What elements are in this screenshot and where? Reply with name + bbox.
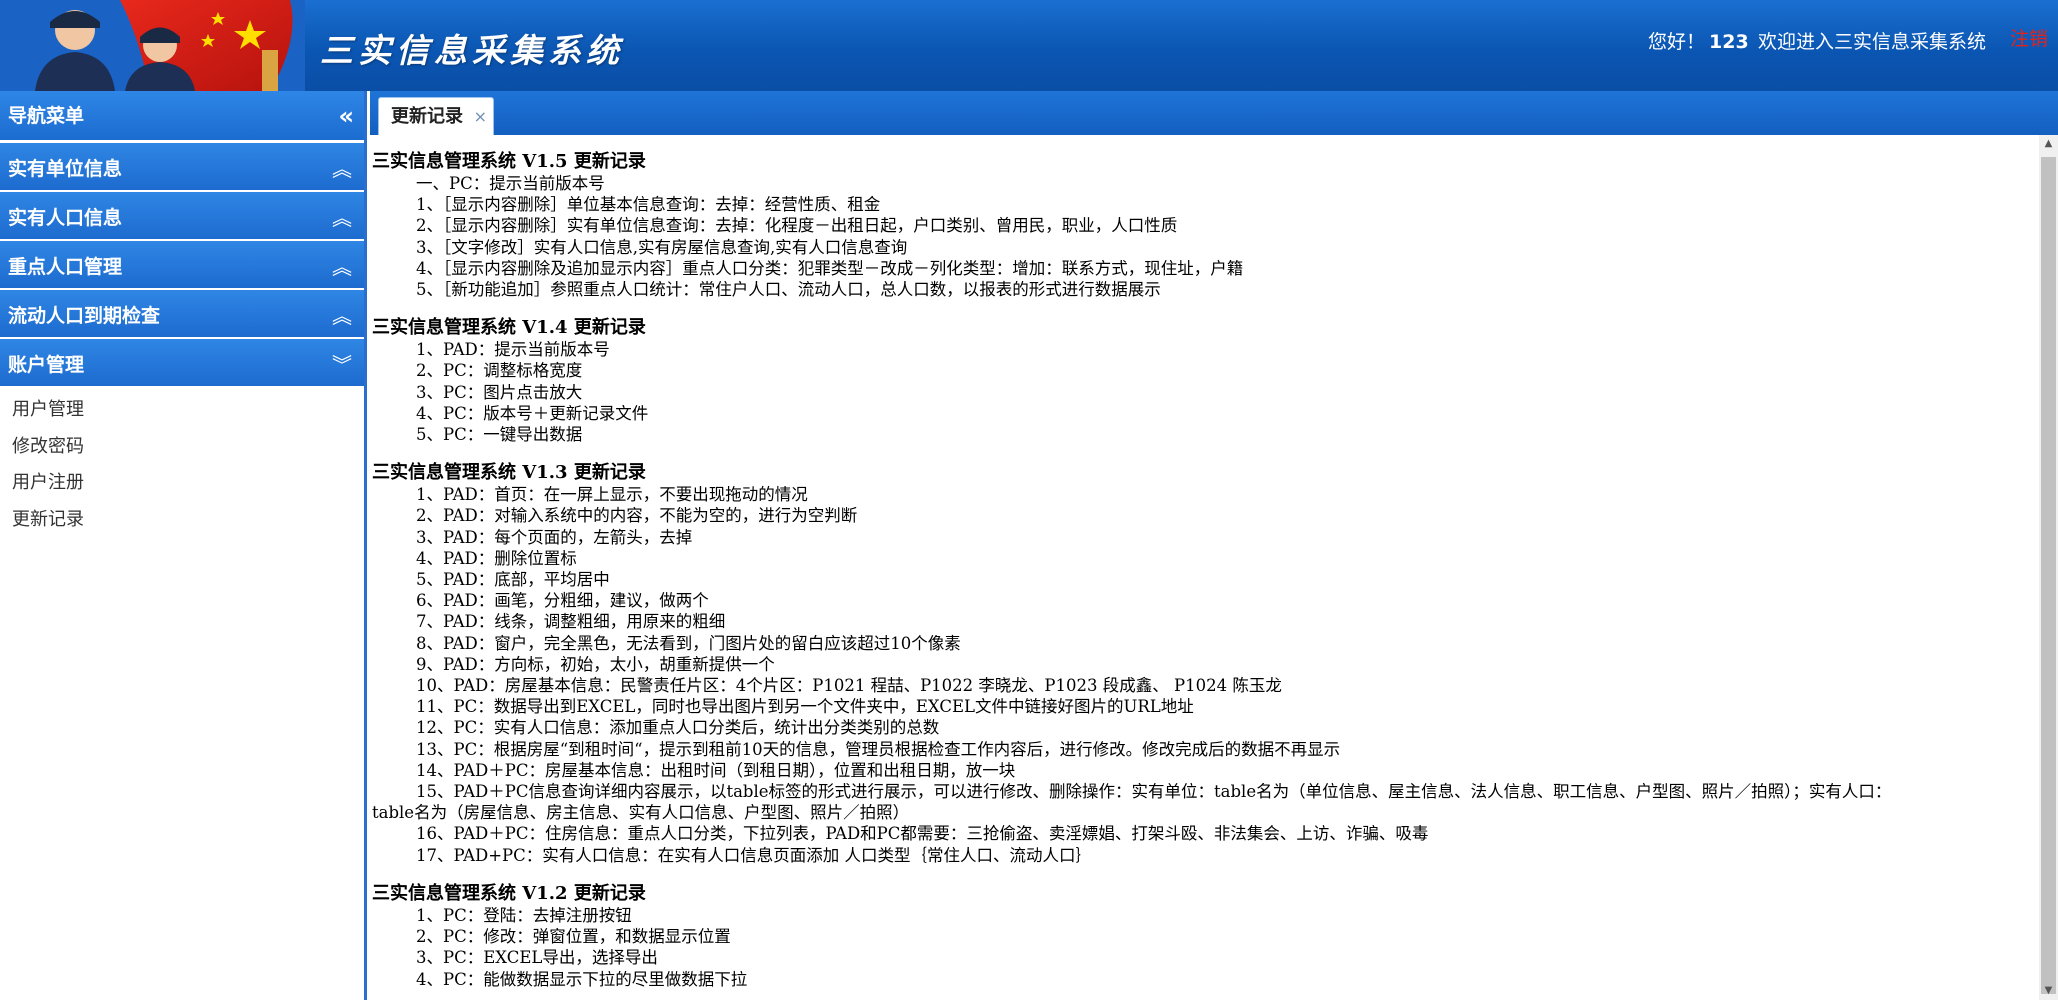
tab-label: 更新记录 — [391, 106, 463, 127]
double-chevron-left-icon[interactable]: « — [338, 91, 354, 141]
nav-menu-title: 导航菜单 — [8, 105, 85, 127]
update-line: 3、［文字修改］实有人口信息,实有房屋信息查询,实有人口信息查询 — [416, 237, 908, 257]
double-chevron-down-icon: ︾ — [332, 353, 352, 377]
sidebar-item-update-log[interactable]: 更新记录 — [0, 502, 364, 539]
sidebar-item-user-register[interactable]: 用户注册 — [0, 465, 364, 502]
update-line: 2、PC：调整标格宽度 — [416, 361, 583, 381]
update-block: 三实信息管理系统 V1.2 更新记录 1、PC：登陆：去掉注册按钮 2、PC：修改：… — [372, 883, 2039, 990]
logout-link[interactable]: 注销 — [2010, 24, 2048, 51]
sidebar-section-floating-expiry[interactable]: 流动人口到期检查 ︽ — [0, 288, 364, 337]
update-line: 9、PAD：方向标，初始，太小，胡重新提供一个 — [416, 654, 775, 674]
update-line: 5、［新功能追加］参照重点人口统计：常住户人口、流动人口，总人口数，以报表的形式… — [416, 280, 1161, 300]
update-line: 4、［显示内容删除及追加显示内容］重点人口分类：犯罪类型－改成－列化类型：增加：… — [416, 258, 1244, 278]
sidebar-section-account[interactable]: 账户管理 ︾ — [0, 337, 364, 386]
update-line: 7、PAD：线条，调整粗细，用原来的粗细 — [416, 612, 726, 632]
update-line: 1、［显示内容删除］单位基本信息查询：去掉：经营性质、租金 — [416, 195, 881, 215]
update-line: 8、PAD：窗户，完全黑色，无法看到，门图片处的留白应该超过10个像素 — [416, 633, 961, 653]
update-line: 3、PC：图片点击放大 — [416, 382, 583, 402]
sidebar-item-user-management[interactable]: 用户管理 — [0, 392, 364, 429]
scroll-up-arrow-icon[interactable]: ▲ — [2039, 135, 2058, 153]
update-block: 三实信息管理系统 V1.3 更新记录 1、PAD：首页：在一屏上显示，不要出现拖动… — [372, 462, 2039, 866]
update-line: 12、PC：实有人口信息：添加重点人口分类后，统计出分类类别的总数 — [416, 718, 940, 738]
update-line: 10、PAD：房屋基本信息：民警责任片区：4个片区：P1021 程喆、P1022… — [416, 676, 1282, 696]
sidebar-section-label: 重点人口管理 — [8, 256, 123, 278]
double-chevron-up-icon: ︽ — [332, 304, 352, 328]
update-line: 6、PAD：画笔，分粗细，建议，做两个 — [416, 591, 709, 611]
update-log-content: 三实信息管理系统 V1.5 更新记录 一、PC：提示当前版本号 1、［显示内容删除］… — [372, 135, 2039, 1000]
update-block-title: 三实信息管理系统 V1.3 更新记录 — [372, 462, 646, 484]
username: 123 — [1709, 31, 1749, 53]
update-line: 4、PC：版本号＋更新记录文件 — [416, 403, 649, 423]
sidebar-section-key-population[interactable]: 重点人口管理 ︽ — [0, 239, 364, 288]
app-header: 三实信息采集系统 您好！ 123 欢迎进入三实信息采集系统 注销 — [0, 0, 2058, 91]
banner-police-flag-image — [0, 0, 305, 91]
update-line: 一、PC：提示当前版本号 — [416, 174, 605, 193]
account-submenu: 用户管理 修改密码 用户注册 更新记录 — [0, 386, 364, 538]
sidebar-section-label: 流动人口到期检查 — [8, 305, 161, 327]
tab-update-log[interactable]: 更新记录 × — [378, 97, 494, 135]
update-line: 5、PC：一键导出数据 — [416, 425, 583, 445]
update-line: 1、PAD：首页：在一屏上显示，不要出现拖动的情况 — [416, 485, 808, 505]
user-greeting: 您好！ 123 — [1648, 27, 1749, 54]
double-chevron-up-icon: ︽ — [332, 206, 352, 230]
sidebar-section-label: 账户管理 — [8, 354, 85, 376]
sidebar-section-units[interactable]: 实有单位信息 ︽ — [0, 141, 364, 190]
sidebar-section-label: 实有单位信息 — [8, 158, 123, 180]
update-block-title: 三实信息管理系统 V1.4 更新记录 — [372, 317, 646, 339]
update-line: 15、PAD＋PC信息查询详细内容展示，以table标签的形式进行展示，可以进行… — [416, 782, 1892, 802]
tab-bar: 更新记录 × — [370, 91, 2058, 135]
nav-menu-header: 导航菜单 « — [0, 91, 364, 141]
update-line: 5、PAD：底部，平均居中 — [416, 570, 610, 590]
update-block: 三实信息管理系统 V1.4 更新记录 1、PAD：提示当前版本号 2、PC：调整标格… — [372, 317, 2039, 445]
close-icon[interactable]: × — [474, 98, 487, 136]
update-line: table名为（房屋信息、房主信息、实有人口信息、户型图、照片／拍照） — [372, 803, 910, 823]
update-line: 2、PC：修改：弹窗位置，和数据显示位置 — [416, 927, 731, 947]
scroll-down-arrow-icon[interactable]: ▼ — [2039, 982, 2058, 1000]
update-line: 17、PAD+PC：实有人口信息：在实有人口信息页面添加 人口类型｛常住人口、流… — [416, 845, 1093, 865]
scrollbar-thumb[interactable] — [2041, 157, 2056, 994]
update-block-title: 三实信息管理系统 V1.5 更新记录 — [372, 151, 646, 172]
update-line: 1、PAD：提示当前版本号 — [416, 340, 610, 360]
update-line: 11、PC：数据导出到EXCEL，同时也导出图片到另一个文件夹中，EXCEL文件… — [416, 697, 1194, 717]
double-chevron-up-icon: ︽ — [332, 255, 352, 279]
double-chevron-up-icon: ︽ — [332, 157, 352, 181]
welcome-message: 欢迎进入三实信息采集系统 — [1758, 31, 1987, 53]
update-line: 14、PAD＋PC：房屋基本信息：出租时间（到租日期），位置和出租日期，放一块 — [416, 760, 1016, 780]
update-line: 3、PC：EXCEL导出，选择导出 — [416, 948, 658, 968]
sidebar-item-change-password[interactable]: 修改密码 — [0, 429, 364, 466]
update-line: 13、PC：根据房屋“到租时间“，提示到租前10天的信息，管理员根据检查工作内容… — [416, 739, 1341, 759]
sidebar-section-label: 实有人口信息 — [8, 207, 123, 229]
greeting-text: 您好！ — [1648, 31, 1706, 53]
update-block-title: 三实信息管理系统 V1.2 更新记录 — [372, 882, 646, 904]
sidebar-section-population[interactable]: 实有人口信息 ︽ — [0, 190, 364, 239]
update-block: 三实信息管理系统 V1.5 更新记录 一、PC：提示当前版本号 1、［显示内容删除］… — [372, 151, 2039, 300]
sidebar: 导航菜单 « 实有单位信息 ︽ 实有人口信息 ︽ 重点人口管理 ︽ 流动人口到期… — [0, 91, 367, 1000]
update-line: 4、PC：能做数据显示下拉的尽里做数据下拉 — [416, 969, 748, 989]
update-line: 4、PAD：删除位置标 — [416, 548, 577, 568]
update-line: 2、PAD：对输入系统中的内容，不能为空的，进行为空判断 — [416, 506, 858, 526]
update-line: 2、［显示内容删除］实有单位信息查询：去掉：化程度－出租日起，户口类别、曾用民，… — [416, 216, 1178, 236]
update-line: 16、PAD＋PC：住房信息：重点人口分类，下拉列表，PAD和PC都需要：三抢偷… — [416, 824, 1429, 844]
vertical-scrollbar[interactable]: ▲ ▼ — [2039, 135, 2058, 1000]
main-panel: 更新记录 × 三实信息管理系统 V1.5 更新记录 一、PC：提示当前版本号 1、［… — [370, 91, 2058, 1000]
app-title: 三实信息采集系统 — [320, 31, 624, 70]
update-line: 3、PAD：每个页面的，左箭头，去掉 — [416, 527, 693, 547]
update-line: 1、PC：登陆：去掉注册按钮 — [416, 905, 632, 925]
